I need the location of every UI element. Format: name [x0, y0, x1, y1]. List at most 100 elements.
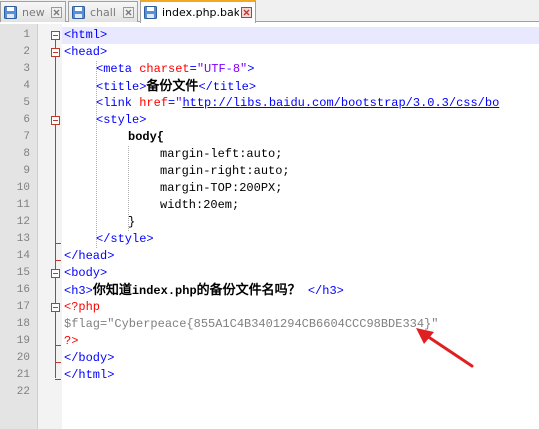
fold-end-tick — [55, 243, 61, 244]
code-editor[interactable]: 1 2 3 4 5 6 7 8 9 10 11 12 13 14 15 16 1… — [0, 24, 539, 429]
line-number: 17 — [16, 301, 30, 313]
heading-text: index.php — [131, 284, 197, 298]
line-number: 7 — [23, 131, 30, 143]
code-line-4: <title>备份文件</title> — [96, 78, 256, 95]
close-icon[interactable] — [241, 7, 252, 18]
body-open-tag: <body> — [64, 266, 108, 280]
tab-chall[interactable]: chall — [68, 1, 138, 22]
code-line-18: $flag="Cyberpeace{855A1C4B3401294CB6604C… — [64, 316, 438, 333]
title-text: 备份文件 — [146, 79, 199, 94]
code-line-21: </html> — [64, 367, 114, 384]
tag-close: > — [247, 62, 255, 76]
fold-guide-line — [55, 40, 56, 378]
code-line-3: <meta charset="UTF-8"> — [96, 61, 254, 78]
line-number: 14 — [16, 250, 30, 262]
css-closing-brace: } — [128, 215, 136, 229]
php-open-tag: <?php — [64, 300, 101, 314]
code-line-17: <?php — [64, 299, 100, 316]
style-open-tag: <style> — [96, 113, 147, 127]
line-number-gutter: 1 2 3 4 5 6 7 8 9 10 11 12 13 14 15 16 1… — [0, 24, 38, 429]
close-icon[interactable] — [123, 6, 134, 18]
fold-toggle-icon[interactable] — [51, 48, 60, 57]
body-close-tag: </body> — [64, 351, 115, 365]
fold-margin — [38, 24, 62, 429]
line-number: 15 — [16, 267, 30, 279]
line-number: 16 — [16, 284, 30, 296]
code-line-2: <head> — [64, 44, 107, 61]
h3-open-tag: <h3> — [64, 284, 93, 298]
attribute-value: "UTF-8" — [196, 62, 248, 76]
code-line-16: <h3>你知道index.php的备份文件名吗？ </h3> — [64, 282, 344, 299]
equals-sign: = — [189, 62, 197, 76]
code-line-5: <link href="http://libs.baidu.com/bootst… — [96, 95, 499, 112]
fold-toggle-icon[interactable] — [51, 303, 60, 312]
line-number: 22 — [16, 386, 30, 398]
line-number: 9 — [23, 165, 30, 177]
current-line-highlight — [62, 27, 539, 44]
head-close-tag: </head> — [64, 249, 115, 263]
flag-assignment: $flag="Cyberpeace{855A1C4B3401294CB6604C… — [64, 317, 439, 331]
meta-tag: <meta — [96, 62, 140, 76]
html-close-tag: </html> — [64, 368, 115, 382]
code-line-14: </head> — [64, 248, 114, 265]
code-line-15: <body> — [64, 265, 107, 282]
line-number: 10 — [16, 182, 30, 194]
link-tag: <link — [96, 96, 140, 110]
stylesheet-url-link[interactable]: http://libs.baidu.com/bootstrap/3.0.3/cs… — [182, 96, 499, 110]
tab-label: new 1 — [22, 5, 49, 19]
css-declaration: margin-right:auto; — [160, 164, 290, 178]
fold-toggle-icon[interactable] — [51, 269, 60, 278]
tab-new-1[interactable]: new 1 — [0, 1, 66, 22]
annotation-arrow-icon — [416, 328, 474, 368]
css-declaration: margin-left:auto; — [160, 147, 283, 161]
code-line-20: </body> — [64, 350, 114, 367]
line-number: 11 — [16, 199, 30, 211]
title-close-tag: </title> — [198, 80, 257, 94]
style-close-tag: </style> — [96, 232, 154, 246]
attribute-name: charset — [139, 62, 190, 76]
code-line-19: ?> — [64, 333, 78, 350]
fold-toggle-icon[interactable] — [51, 31, 60, 40]
html-open-tag: <html> — [64, 28, 108, 42]
code-line-9: margin-right:auto; — [160, 163, 290, 180]
line-number: 8 — [23, 148, 30, 160]
tab-index-php-bak[interactable]: index.php.bak — [140, 0, 256, 23]
fold-toggle-icon[interactable] — [51, 116, 60, 125]
code-line-7: body{ — [128, 129, 164, 146]
h3-close-tag: </h3> — [300, 284, 344, 298]
code-line-1: <html> — [64, 27, 107, 44]
code-line-6: <style> — [96, 112, 146, 129]
php-close-tag: ?> — [64, 334, 79, 348]
save-icon — [72, 5, 85, 19]
line-number: 2 — [23, 46, 30, 58]
code-line-13: </style> — [96, 231, 154, 248]
code-line-12: } — [128, 214, 135, 231]
title-open-tag: <title> — [96, 80, 147, 94]
line-number: 21 — [16, 369, 30, 381]
line-number: 1 — [23, 29, 30, 41]
code-line-10: margin-TOP:200PX; — [160, 180, 282, 197]
code-line-11: width:20em; — [160, 197, 239, 214]
line-number: 20 — [16, 352, 30, 364]
attribute-name: href — [139, 96, 169, 110]
code-line-8: margin-left:auto; — [160, 146, 282, 163]
line-number: 3 — [23, 63, 30, 75]
heading-text: 你知道 — [92, 283, 132, 298]
tab-label: chall — [90, 5, 116, 19]
head-open-tag: <head> — [64, 45, 108, 59]
line-number: 13 — [16, 233, 30, 245]
save-icon — [144, 6, 157, 19]
fold-end-tick — [55, 260, 61, 261]
line-number: 6 — [23, 114, 30, 126]
heading-text: 的备份文件名吗？ — [196, 283, 301, 298]
tab-label: index.php.bak — [162, 6, 239, 19]
save-icon — [4, 5, 17, 19]
fold-end-tick — [55, 379, 61, 380]
line-number: 4 — [23, 80, 30, 92]
line-number: 19 — [16, 335, 30, 347]
close-icon[interactable] — [51, 6, 62, 18]
line-number: 5 — [23, 97, 30, 109]
line-number: 18 — [16, 318, 30, 330]
css-selector: body{ — [128, 130, 165, 144]
fold-end-tick — [55, 345, 61, 346]
